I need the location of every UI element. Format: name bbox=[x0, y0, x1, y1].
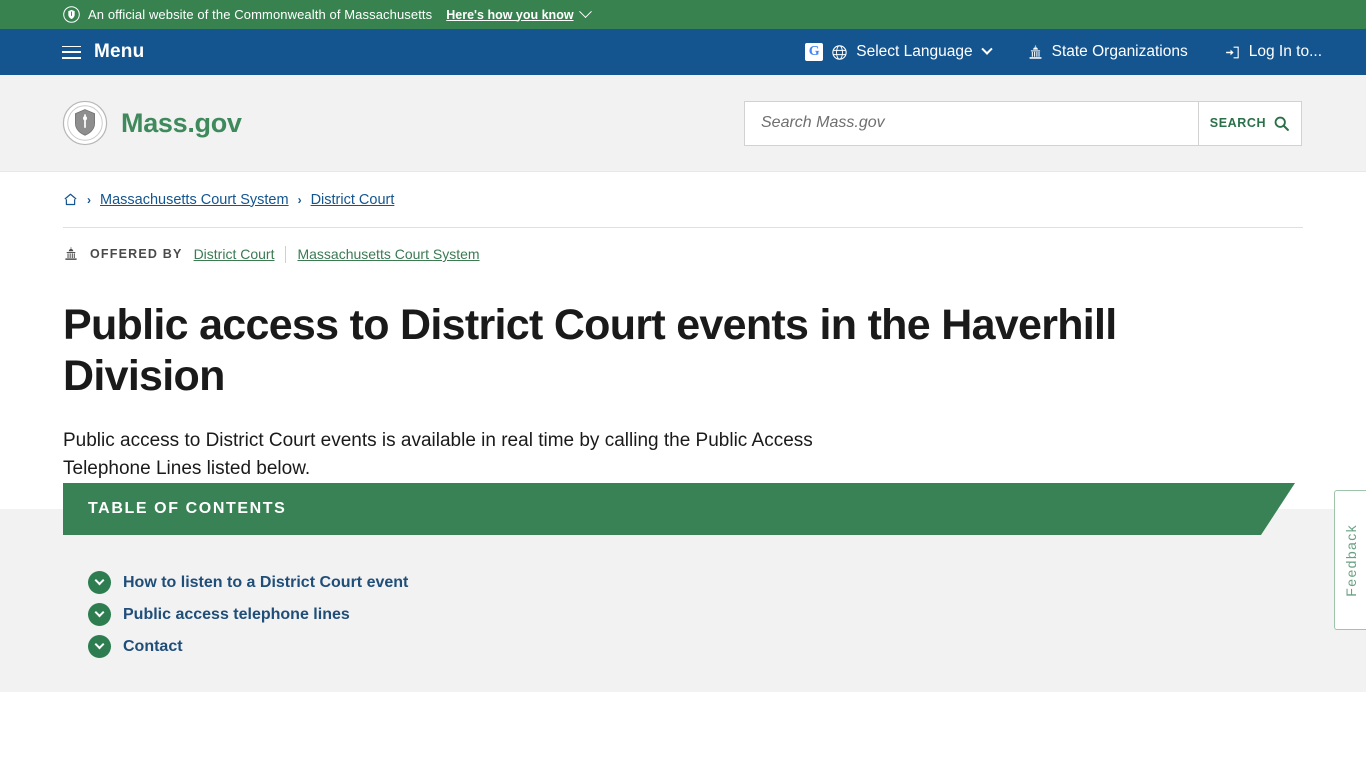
offered-by-link-district-court[interactable]: District Court bbox=[194, 246, 275, 262]
table-of-contents-section: TABLE OF CONTENTS How to listen to a Dis… bbox=[0, 509, 1366, 692]
hamburger-icon bbox=[62, 45, 81, 59]
toc-link-telephone-lines[interactable]: Public access telephone lines bbox=[123, 606, 350, 624]
feedback-tab[interactable]: Feedback bbox=[1334, 490, 1366, 630]
page-subtitle: Public access to District Court events i… bbox=[63, 430, 813, 479]
state-organizations-link[interactable]: State Organizations bbox=[1009, 43, 1206, 61]
chevron-down-icon bbox=[980, 43, 993, 55]
toc-item-telephone-lines[interactable]: Public access telephone lines bbox=[88, 603, 1366, 626]
chevron-down-circle-icon bbox=[88, 571, 111, 594]
how-you-know-label: Here's how you know bbox=[446, 7, 574, 22]
table-of-contents-list: How to listen to a District Court event … bbox=[0, 535, 1366, 658]
toc-item-contact[interactable]: Contact bbox=[88, 635, 1366, 658]
official-banner-text: An official website of the Commonwealth … bbox=[88, 7, 433, 22]
search-input[interactable] bbox=[744, 100, 1198, 146]
breadcrumb-separator: › bbox=[297, 192, 302, 207]
select-language-label: Select Language bbox=[856, 43, 973, 60]
offered-by-divider bbox=[285, 245, 287, 263]
log-in-menu[interactable]: Log In to... bbox=[1206, 43, 1340, 61]
breadcrumb-separator: › bbox=[87, 192, 91, 207]
brand-name: Mass.gov bbox=[121, 107, 242, 138]
log-in-label: Log In to... bbox=[1248, 43, 1322, 60]
shield-icon bbox=[63, 6, 80, 23]
search-form: SEARCH bbox=[744, 100, 1302, 146]
massachusetts-seal-icon bbox=[62, 100, 108, 146]
search-button[interactable]: SEARCH bbox=[1198, 100, 1302, 146]
chevron-down-icon bbox=[578, 5, 592, 19]
capitol-icon bbox=[1029, 44, 1042, 59]
offered-by-label: OFFERED BY bbox=[90, 247, 183, 261]
site-header: Mass.gov SEARCH bbox=[0, 75, 1366, 172]
state-organizations-label: State Organizations bbox=[1051, 43, 1188, 60]
official-website-banner: An official website of the Commonwealth … bbox=[0, 0, 1366, 29]
toc-item-how-to-listen[interactable]: How to listen to a District Court event bbox=[88, 571, 1366, 594]
chevron-down-circle-icon bbox=[88, 635, 111, 658]
toc-link-how-to-listen[interactable]: How to listen to a District Court event bbox=[123, 574, 408, 592]
page-title: Public access to District Court events i… bbox=[63, 301, 1117, 400]
toc-banner-wrap: TABLE OF CONTENTS bbox=[0, 483, 1366, 509]
menu-button[interactable]: Menu bbox=[0, 41, 144, 63]
globe-icon bbox=[832, 44, 847, 60]
breadcrumb: › Massachusetts Court System › District … bbox=[63, 172, 1303, 228]
breadcrumb-item-district-court[interactable]: District Court bbox=[311, 192, 395, 208]
magnifier-icon bbox=[1274, 116, 1290, 131]
site-logo-link[interactable]: Mass.gov bbox=[0, 100, 242, 146]
table-of-contents-heading: TABLE OF CONTENTS bbox=[63, 483, 1295, 535]
offered-by-link-court-system[interactable]: Massachusetts Court System bbox=[297, 246, 479, 262]
offered-by: OFFERED BY District Court Massachusetts … bbox=[63, 228, 1303, 280]
login-icon bbox=[1225, 46, 1239, 58]
main-content: › Massachusetts Court System › District … bbox=[0, 172, 1366, 483]
select-language-menu[interactable]: G Select Language bbox=[787, 43, 1008, 61]
chevron-down-circle-icon bbox=[88, 603, 111, 626]
primary-navigation: Menu G Select Language State Organizatio… bbox=[0, 29, 1366, 75]
feedback-tab-label: Feedback bbox=[1342, 523, 1359, 597]
menu-button-label: Menu bbox=[94, 41, 145, 62]
nav-right-group: G Select Language State Organizations Lo… bbox=[787, 43, 1366, 61]
google-translate-icon: G bbox=[805, 43, 824, 61]
capitol-icon bbox=[65, 247, 77, 260]
breadcrumb-item-court-system[interactable]: Massachusetts Court System bbox=[100, 192, 289, 208]
search-button-label: SEARCH bbox=[1209, 116, 1267, 130]
how-you-know-toggle[interactable]: Here's how you know bbox=[446, 5, 592, 22]
toc-link-contact[interactable]: Contact bbox=[123, 638, 183, 656]
home-icon[interactable] bbox=[63, 192, 78, 207]
